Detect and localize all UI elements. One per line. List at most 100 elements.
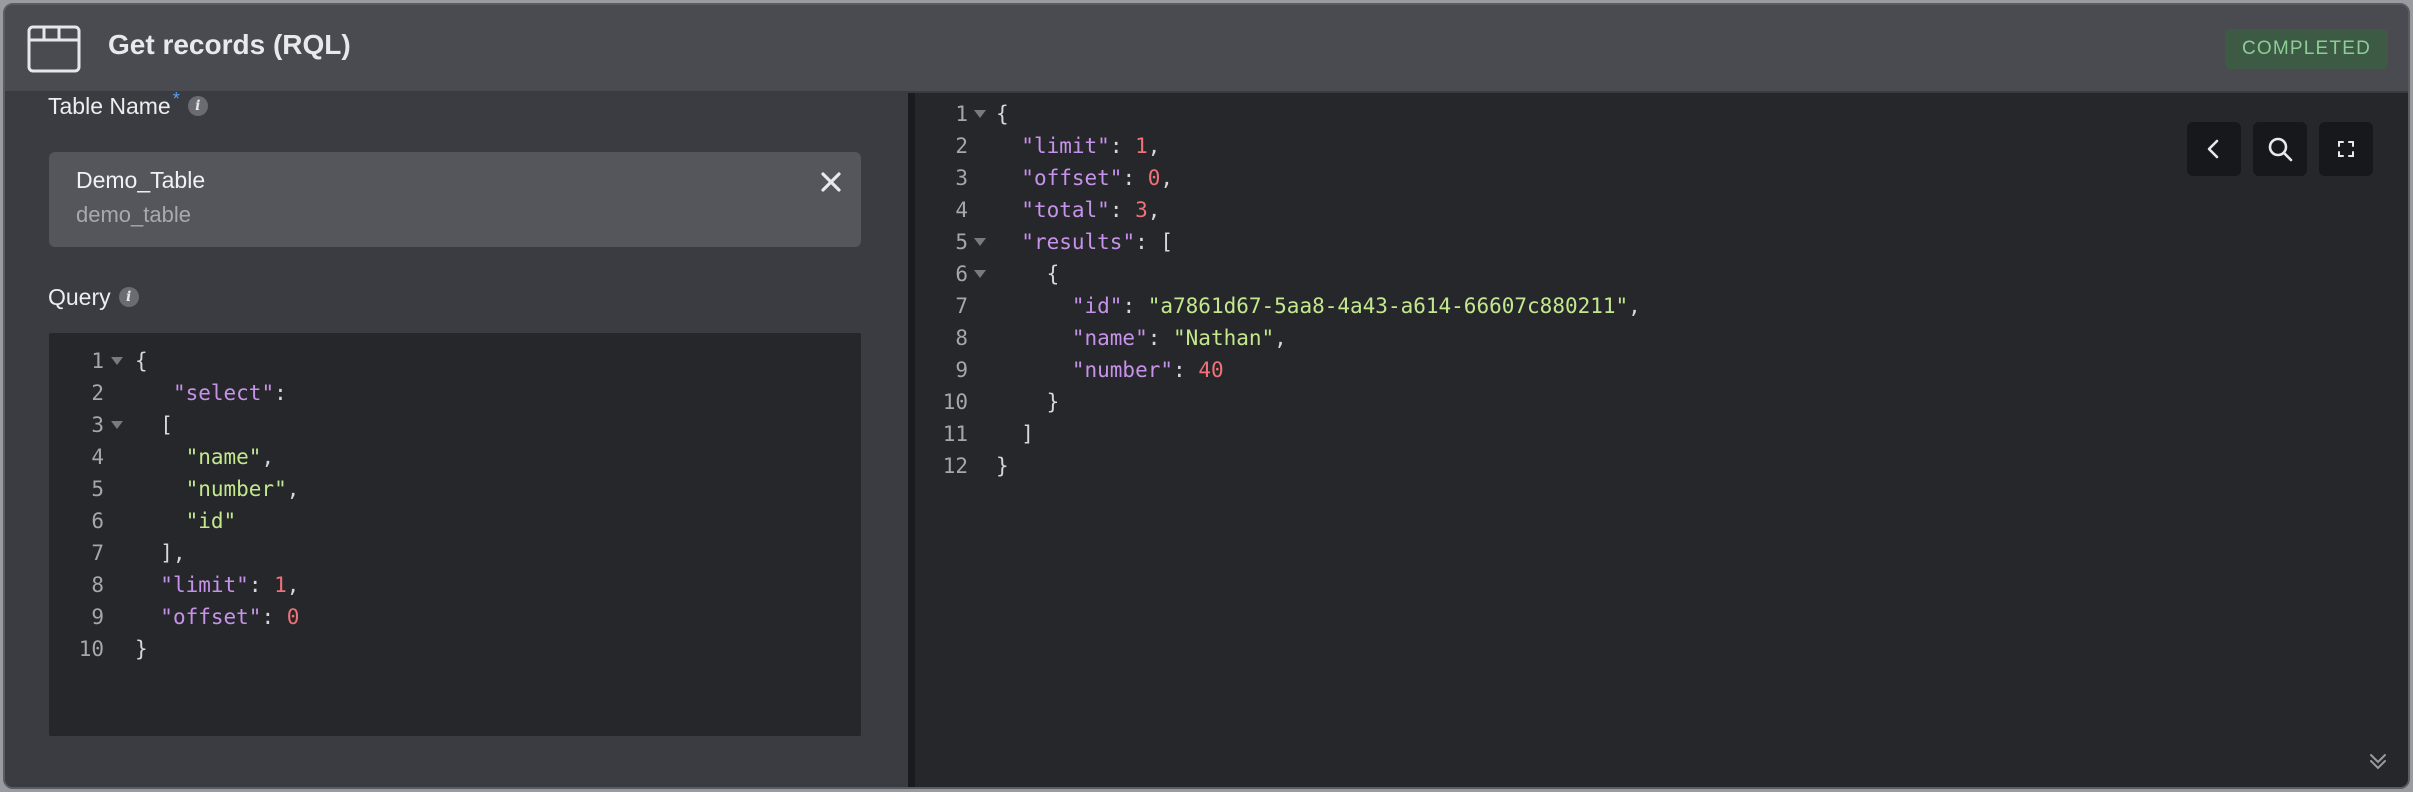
code-token: } (996, 390, 1060, 414)
code-token: 3 (1135, 198, 1148, 222)
code-text: "id" (135, 505, 237, 537)
code-token: , (1274, 326, 1287, 350)
browser-window-icon (27, 25, 81, 73)
code-line: 9 "number": 40 (915, 354, 2315, 386)
code-text: } (996, 386, 1060, 418)
code-line: 1{ (915, 98, 2315, 130)
code-text: "offset": 0 (135, 601, 299, 633)
close-icon[interactable] (816, 167, 846, 197)
code-line: 11 ] (915, 418, 2315, 450)
code-line: 4 "total": 3, (915, 194, 2315, 226)
code-token: : (1147, 326, 1174, 350)
code-text: "select": (135, 377, 287, 409)
code-token: 0 (286, 605, 300, 629)
code-line: 6 "id" (49, 505, 861, 537)
line-number: 10 (942, 390, 968, 414)
code-token: "offset" (160, 605, 262, 629)
line-number: 6 (91, 509, 104, 533)
query-code[interactable]: 1{2 "select": 3 [4 "name", 5 "number", 6 "i… (49, 345, 861, 665)
fold-toggle-icon[interactable] (974, 270, 986, 278)
table-name-label: Table Name * i (48, 89, 208, 120)
code-text: "total": 3, (996, 194, 1160, 226)
back-button[interactable] (2187, 122, 2241, 176)
code-text: { (996, 258, 1060, 290)
search-icon (2268, 137, 2293, 162)
code-line: 3 "offset": 0, (915, 162, 2315, 194)
code-line: 10} (49, 633, 861, 665)
code-token: ] (996, 422, 1034, 446)
code-token: : (1122, 294, 1148, 318)
code-token: "limit" (1021, 134, 1110, 158)
chevrons-down-icon[interactable] (2366, 749, 2390, 773)
panel-divider[interactable] (908, 93, 915, 787)
code-text: ] (996, 418, 1034, 450)
code-token: 40 (1198, 358, 1224, 382)
code-token: "number" (185, 477, 287, 501)
line-number: 6 (955, 262, 968, 286)
code-token: ], (135, 541, 186, 565)
code-text: { (135, 345, 148, 377)
code-text: "name", (135, 441, 275, 473)
info-icon[interactable]: i (118, 286, 139, 307)
line-number: 4 (955, 198, 968, 222)
code-line: 7 "id": "a7861d67-5aa8-4a43-a614-66607c8… (915, 290, 2315, 322)
fold-toggle-icon[interactable] (111, 421, 123, 429)
fullscreen-button[interactable] (2319, 122, 2373, 176)
code-text: "number": 40 (996, 354, 1224, 386)
line-number: 5 (955, 230, 968, 254)
table-name-field[interactable]: Demo_Table demo_table (49, 152, 861, 247)
code-text: } (135, 633, 148, 665)
code-token: 1 (274, 573, 287, 597)
line-number: 9 (955, 358, 968, 382)
code-token: : (1122, 166, 1148, 190)
code-token: : (261, 605, 287, 629)
query-label: Query i (48, 284, 139, 311)
code-token: "results" (1021, 230, 1136, 254)
code-text: } (996, 450, 1009, 482)
code-text: "offset": 0, (996, 162, 1173, 194)
code-token: { (135, 349, 148, 373)
line-number: 7 (955, 294, 968, 318)
fold-toggle-icon[interactable] (974, 238, 986, 246)
line-number: 8 (91, 573, 104, 597)
code-token: : (1109, 198, 1136, 222)
code-token: : (1109, 134, 1136, 158)
code-line: 8 "limit": 1, (49, 569, 861, 601)
expand-icon (2338, 141, 2354, 157)
code-token: "Nathan" (1173, 326, 1275, 350)
code-line: 6 { (915, 258, 2315, 290)
search-button[interactable] (2253, 122, 2307, 176)
fold-toggle-icon[interactable] (974, 110, 986, 118)
code-token: , (286, 477, 300, 501)
code-token: , (1628, 294, 1641, 318)
code-text: "results": [ (996, 226, 1173, 258)
info-icon[interactable]: i (187, 95, 208, 116)
code-token: : (274, 381, 287, 405)
code-token: "limit" (160, 573, 249, 597)
line-number: 1 (91, 349, 104, 373)
result-code[interactable]: 1{2 "limit": 1, 3 "offset": 0, 4 "total": … (915, 98, 2315, 482)
line-number: 5 (91, 477, 104, 501)
table-name-label-text: Table Name (48, 93, 171, 119)
line-number: 2 (91, 381, 104, 405)
line-number: 4 (91, 445, 104, 469)
query-label-text: Query (48, 284, 111, 310)
query-editor[interactable]: 1{2 "select": 3 [4 "name", 5 "number", 6 "i… (49, 333, 861, 736)
code-token: } (135, 637, 148, 661)
code-line: 4 "name", (49, 441, 861, 473)
code-token: 0 (1147, 166, 1161, 190)
code-token: "number" (1071, 358, 1174, 382)
line-number: 11 (942, 422, 968, 446)
code-token: , (1147, 134, 1161, 158)
code-token: 1 (1135, 134, 1148, 158)
line-number: 2 (955, 134, 968, 158)
fold-toggle-icon[interactable] (111, 357, 123, 365)
code-token: , (286, 573, 300, 597)
